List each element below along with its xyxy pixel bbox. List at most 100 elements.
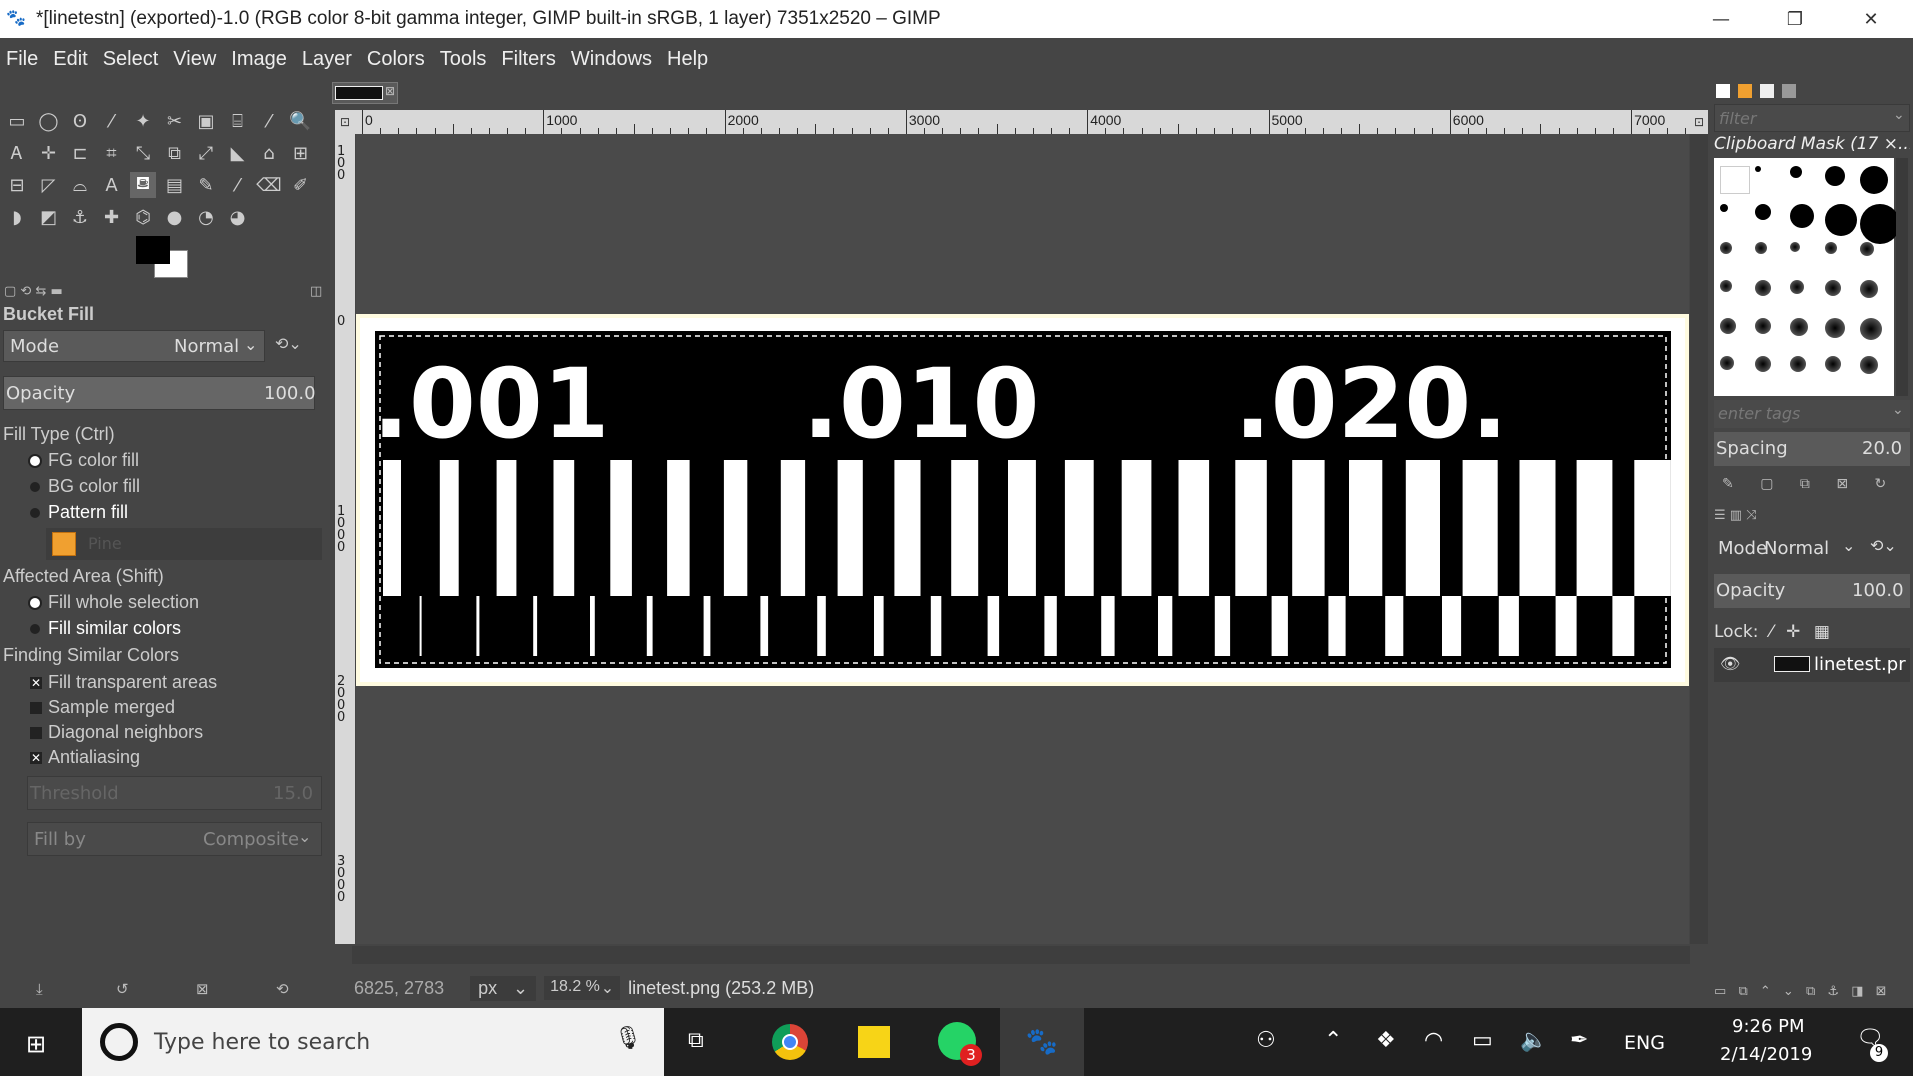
patterns-tab-icon[interactable] bbox=[1738, 84, 1753, 98]
tool-icon-9[interactable]: 🔍 bbox=[288, 108, 314, 134]
tool-icon-31[interactable]: ◩ bbox=[36, 204, 62, 230]
gradients-tab-icon[interactable] bbox=[1782, 84, 1797, 98]
eye-icon[interactable]: 👁 bbox=[1720, 654, 1740, 673]
tool-icon-29[interactable]: ✐ bbox=[288, 172, 314, 198]
brush-preset[interactable] bbox=[1720, 242, 1732, 254]
brush-preset[interactable] bbox=[1755, 204, 1771, 220]
layer-row[interactable]: 👁 linetest.pr bbox=[1714, 648, 1910, 682]
tool-icon-2[interactable]: ʘ bbox=[67, 108, 93, 134]
lock-alpha-icon[interactable]: ▦ bbox=[1814, 622, 1830, 642]
navigate-icon[interactable]: ⊡ bbox=[1690, 110, 1708, 134]
menu-windows[interactable]: Windows bbox=[565, 48, 661, 71]
lower-layer-icon[interactable]: ⌄ bbox=[1783, 984, 1794, 999]
menu-select[interactable]: Select bbox=[97, 48, 168, 71]
tool-icon-14[interactable]: ⤡ bbox=[130, 140, 156, 166]
tool-icon-27[interactable]: ⁄ bbox=[225, 172, 251, 198]
close-button[interactable]: ✕ bbox=[1842, 0, 1900, 38]
radio-fg-color-fill[interactable]: FG color fill bbox=[0, 450, 139, 471]
layer-opacity-slider[interactable]: Opacity 100.0 bbox=[1714, 574, 1910, 608]
tool-icon-3[interactable]: ⁄ bbox=[99, 108, 125, 134]
tool-icon-30[interactable]: ◗ bbox=[4, 204, 30, 230]
people-icon[interactable]: ⚇ bbox=[1256, 1028, 1276, 1053]
brush-preset[interactable] bbox=[1860, 318, 1882, 340]
mode-select[interactable]: Mode Normal ⌄ bbox=[3, 330, 265, 362]
tool-icon-35[interactable]: ● bbox=[162, 204, 188, 230]
brush-preset[interactable] bbox=[1755, 166, 1761, 172]
brush-preset[interactable] bbox=[1790, 356, 1806, 372]
fonts-tab-icon[interactable] bbox=[1760, 84, 1775, 98]
tool-icon-25[interactable]: ▤ bbox=[162, 172, 188, 198]
volume-icon[interactable]: 🔈 bbox=[1520, 1028, 1547, 1053]
menu-colors[interactable]: Colors bbox=[361, 48, 434, 71]
brush-preset[interactable] bbox=[1825, 280, 1841, 296]
language-indicator[interactable]: ENG bbox=[1624, 1032, 1665, 1054]
tool-icon-1[interactable]: ◯ bbox=[36, 108, 62, 134]
check-diagonal-neighbors[interactable]: Diagonal neighbors bbox=[0, 722, 203, 743]
tool-icon-26[interactable]: ✎ bbox=[193, 172, 219, 198]
filter-input[interactable]: filter ⌄ bbox=[1714, 104, 1910, 132]
check-fill-transparent[interactable]: ✕ Fill transparent areas bbox=[0, 672, 217, 693]
tool-icon-10[interactable]: Ꭺ bbox=[4, 140, 30, 166]
brush-preset[interactable] bbox=[1860, 242, 1874, 256]
brush-preset[interactable] bbox=[1755, 280, 1771, 296]
tool-icon-34[interactable]: ⌬ bbox=[130, 204, 156, 230]
unit-select[interactable]: px ⌄ bbox=[470, 975, 537, 1001]
brush-preset[interactable] bbox=[1720, 356, 1734, 370]
task-view-icon[interactable]: ⧉ bbox=[688, 1028, 704, 1053]
tool-icon-24[interactable]: ⛾ bbox=[130, 172, 156, 198]
mask-layer-icon[interactable]: ◨ bbox=[1851, 984, 1863, 999]
close-tab-icon[interactable]: ⊠ bbox=[385, 84, 395, 98]
layer-mode-select[interactable]: Mode Normal ⌄ ⟲⌄ bbox=[1714, 532, 1910, 566]
radio-fill-whole-selection[interactable]: Fill whole selection bbox=[0, 592, 199, 613]
clock-date[interactable]: 2/14/2019 bbox=[1720, 1044, 1812, 1065]
opacity-slider[interactable]: Opacity 100.0 bbox=[3, 376, 316, 410]
gimp-taskbar-icon[interactable]: 🐾 bbox=[1000, 1008, 1084, 1076]
menu-view[interactable]: View bbox=[167, 48, 225, 71]
radio-fill-similar-colors[interactable]: Fill similar colors bbox=[0, 618, 181, 639]
radio-bg-color-fill[interactable]: BG color fill bbox=[0, 476, 140, 497]
brush-grid[interactable] bbox=[1714, 158, 1900, 396]
brush-preset[interactable] bbox=[1860, 356, 1878, 374]
brush-preset[interactable] bbox=[1720, 280, 1732, 292]
reset-options-icon[interactable]: ⟲ bbox=[276, 980, 289, 998]
menu-file[interactable]: File bbox=[0, 48, 47, 71]
new-layer-icon[interactable]: ⧉ bbox=[1738, 984, 1747, 999]
tool-icon-32[interactable]: ⚓ bbox=[67, 204, 93, 230]
battery-icon[interactable]: ▭ bbox=[1472, 1028, 1493, 1053]
restore-options-icon[interactable]: ↺ bbox=[116, 980, 129, 998]
tool-icon-18[interactable]: ⌂ bbox=[256, 140, 282, 166]
horizontal-ruler[interactable]: 0 1000 2000 3000 4000 5000 6000 7000 bbox=[352, 110, 1796, 134]
brush-preset[interactable] bbox=[1720, 318, 1736, 334]
tool-icon-7[interactable]: ⌸ bbox=[225, 108, 251, 134]
new-layer-group-icon[interactable]: ▭ bbox=[1714, 984, 1726, 999]
fill-by-select[interactable]: Fill by Composite ⌄ bbox=[27, 822, 322, 856]
tool-icon-19[interactable]: ⊞ bbox=[288, 140, 314, 166]
canvas-viewport[interactable]: .001 .010 .020. bbox=[356, 134, 1689, 944]
wifi-icon[interactable]: ◠ bbox=[1424, 1028, 1443, 1053]
brush-preset[interactable] bbox=[1825, 356, 1841, 372]
brush-preset[interactable] bbox=[1860, 280, 1878, 298]
menu-layer[interactable]: Layer bbox=[296, 48, 361, 71]
delete-layer-icon[interactable]: ⊠ bbox=[1876, 984, 1887, 999]
spacing-slider[interactable]: Spacing 20.0 bbox=[1714, 432, 1910, 466]
image-canvas[interactable]: .001 .010 .020. bbox=[356, 134, 1689, 944]
tool-icon-13[interactable]: ⌗ bbox=[99, 140, 125, 166]
chrome-icon[interactable] bbox=[772, 1024, 808, 1060]
minimize-button[interactable]: — bbox=[1692, 0, 1750, 38]
ruler-corner[interactable]: ⊡ bbox=[335, 110, 355, 134]
tool-icon-8[interactable]: ⁄ bbox=[256, 108, 282, 134]
windows-start-icon[interactable]: ⊞ bbox=[26, 1030, 46, 1059]
tool-icon-16[interactable]: ⤢ bbox=[193, 140, 219, 166]
brushes-tab-icon[interactable] bbox=[1716, 84, 1730, 98]
brush-preset[interactable] bbox=[1825, 242, 1837, 254]
lock-position-icon[interactable]: ✛ bbox=[1786, 622, 1800, 642]
new-brush-icon[interactable]: ▢ bbox=[1760, 476, 1773, 492]
tool-icon-6[interactable]: ▣ bbox=[193, 108, 219, 134]
threshold-slider[interactable]: Threshold 15.0 bbox=[27, 776, 322, 810]
zoom-select[interactable]: 18.2 % ⌄ bbox=[544, 976, 621, 1000]
menu-image[interactable]: Image bbox=[225, 48, 296, 71]
brush-preset[interactable] bbox=[1790, 242, 1800, 252]
taskbar-search[interactable]: Type here to search 🎙 bbox=[82, 1008, 664, 1076]
anchor-layer-icon[interactable]: ⚓ bbox=[1827, 984, 1839, 999]
horizontal-scrollbar[interactable] bbox=[352, 946, 1690, 964]
